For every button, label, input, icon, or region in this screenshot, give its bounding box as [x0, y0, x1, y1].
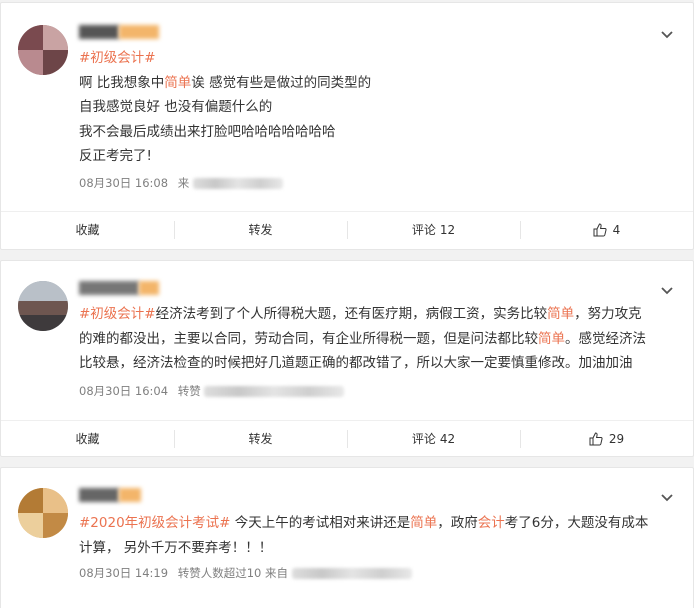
like-count: 29: [608, 431, 625, 446]
content-text: 今天上午的考试相对来讲还是: [230, 515, 411, 531]
keyword-highlight: 简单: [547, 306, 575, 322]
username-blurred: [79, 281, 139, 295]
post-content: #初级会计# 啊 比我想象中简单诶 感觉有些是做过的同类型的自我感觉良好 也没有偏…: [79, 46, 673, 169]
content-text: 比较悬，经济法检查的时候把好几道题正确的都改错了，所以大家一定要慎重修改。加油加…: [79, 355, 633, 371]
username-blurred: [139, 281, 159, 295]
thumbs-up-icon: [593, 222, 607, 236]
avatar-tile: [18, 25, 43, 50]
like-count: 4: [612, 222, 621, 237]
thumbs-up-icon: [589, 431, 603, 445]
repost-button[interactable]: 转发: [174, 421, 347, 456]
content-text: 的难的都没出，主要以合同，劳动合同，有企业所得税一题，但是问法都比较: [79, 330, 538, 347]
action-bar: 收藏 转发 评论 12 4: [1, 211, 693, 247]
collect-label: 收藏: [75, 223, 100, 237]
keyword-highlight: 简单: [538, 330, 565, 347]
content-line: #2020年初级会计考试# 今天上午的考试相对来讲还是简单，政府会计考了6分，大…: [79, 511, 673, 536]
username[interactable]: [79, 25, 169, 39]
username-blurred: [119, 488, 141, 502]
content-text: ，政府: [437, 515, 478, 531]
avatar-tile: [18, 488, 43, 513]
chevron-down-icon[interactable]: [659, 26, 675, 42]
username[interactable]: [79, 488, 149, 502]
collect-label: 收藏: [75, 432, 100, 446]
comment-label: 评论: [411, 432, 436, 446]
content-line: 我不会最后成绩出来打脸吧哈哈哈哈哈哈哈: [79, 120, 673, 145]
username[interactable]: [79, 281, 164, 295]
username-blurred: [119, 25, 159, 39]
post-content: #2020年初级会计考试# 今天上午的考试相对来讲还是简单，政府会计考了6分，大…: [79, 511, 673, 560]
avatar-tile: [18, 513, 43, 538]
avatar-tile: [43, 50, 68, 75]
comment-label: 评论: [411, 223, 436, 237]
content-text: 啊 比我想象中: [79, 74, 165, 91]
action-bar: 收藏 转发 评论 42 29: [1, 420, 693, 456]
content-text: 考了6分，大题没有成本: [504, 515, 649, 531]
keyword-highlight: 会计: [477, 515, 505, 531]
content-line: 比较悬，经济法检查的时候把好几道题正确的都改错了，所以大家一定要慎重修改。加油加…: [79, 351, 673, 376]
weibo-card-3: #2020年初级会计考试# 今天上午的考试相对来讲还是简单，政府会计考了6分，大…: [0, 467, 694, 608]
avatar[interactable]: [18, 488, 68, 538]
comment-button[interactable]: 评论 12: [347, 212, 520, 247]
chevron-down-icon[interactable]: [659, 489, 675, 505]
keyword-highlight: 简单: [164, 74, 192, 91]
content-text: 我不会最后成绩出来打脸吧哈哈哈哈哈哈哈: [79, 123, 336, 140]
content-line: 计算， 另外千万不要弃考！！！: [79, 536, 673, 561]
content-text: 经济法考到了个人所得税大题，还有医疗期，病假工资，实务比较: [155, 306, 548, 322]
comment-count: 42: [439, 431, 456, 446]
content-text: 自我感觉良好 也没有偏题什么的: [79, 99, 273, 115]
post-content: #初级会计#经济法考到了个人所得税大题，还有医疗期，病假工资，实务比较简单，努力…: [79, 302, 673, 376]
weibo-card-1: #初级会计# 啊 比我想象中简单诶 感觉有些是做过的同类型的自我感觉良好 也没有偏…: [0, 2, 694, 250]
repost-button[interactable]: 转发: [174, 212, 347, 247]
post-source-prefix: 来: [177, 176, 190, 190]
avatar[interactable]: [18, 25, 68, 75]
content-line: 的难的都没出，主要以合同，劳动合同，有企业所得税一题，但是问法都比较简单。感觉经…: [79, 327, 673, 352]
content-text: 反正考完了!: [79, 148, 152, 164]
comment-button[interactable]: 评论 42: [347, 421, 520, 456]
username-blurred: [79, 25, 119, 39]
keyword-highlight: 简单: [410, 515, 438, 531]
collect-button[interactable]: 收藏: [1, 212, 174, 247]
content-line: 自我感觉良好 也没有偏题什么的: [79, 95, 673, 120]
post-source-prefix: 转赞: [177, 384, 201, 398]
content-line: 反正考完了!: [79, 144, 673, 169]
content-text: 诶 感觉有些是做过的同类型的: [191, 74, 372, 91]
avatar-tile: [18, 301, 68, 315]
topic-tag-link[interactable]: #初级会计#: [79, 306, 156, 322]
source-blurred: [204, 385, 345, 397]
repost-label: 转发: [248, 432, 273, 446]
topic-tag-link[interactable]: #初级会计#: [79, 50, 156, 66]
post-meta: 08月30日 16:08 来: [79, 175, 283, 191]
topic-tag-link[interactable]: #2020年初级会计考试#: [79, 515, 230, 531]
avatar-tile: [18, 315, 68, 331]
avatar-tile: [18, 50, 43, 75]
repost-label: 转发: [248, 223, 273, 237]
like-button[interactable]: 29: [520, 421, 693, 456]
avatar[interactable]: [18, 281, 68, 331]
content-text: 计算， 另外千万不要弃考！！！: [79, 539, 273, 556]
chevron-down-icon[interactable]: [659, 282, 675, 298]
avatar-tile: [43, 513, 68, 538]
avatar-tile: [18, 281, 68, 301]
collect-button[interactable]: 收藏: [1, 421, 174, 456]
like-button[interactable]: 4: [520, 212, 693, 247]
comment-count: 12: [439, 222, 456, 237]
source-blurred: [291, 567, 412, 579]
post-meta: 08月30日 14:19 转赞人数超过10 来自: [79, 565, 412, 581]
content-text: ，努力攻克: [574, 306, 642, 322]
post-time[interactable]: 08月30日 14:19: [79, 566, 168, 580]
content-line: 啊 比我想象中简单诶 感觉有些是做过的同类型的: [79, 71, 673, 96]
source-blurred: [192, 177, 283, 189]
content-line: #初级会计#: [79, 46, 673, 71]
avatar-tile: [43, 25, 68, 50]
avatar-tile: [43, 488, 68, 513]
post-time[interactable]: 08月30日 16:04: [79, 384, 168, 398]
username-blurred: [79, 488, 119, 502]
post-meta: 08月30日 16:04 转赞: [79, 383, 345, 399]
content-text: 。感觉经济法: [565, 330, 646, 347]
content-line: #初级会计#经济法考到了个人所得税大题，还有医疗期，病假工资，实务比较简单，努力…: [79, 302, 673, 327]
post-source-prefix: 转赞人数超过10 来自: [177, 566, 289, 580]
weibo-card-2: #初级会计#经济法考到了个人所得税大题，还有医疗期，病假工资，实务比较简单，努力…: [0, 260, 694, 457]
post-time[interactable]: 08月30日 16:08: [79, 176, 168, 190]
